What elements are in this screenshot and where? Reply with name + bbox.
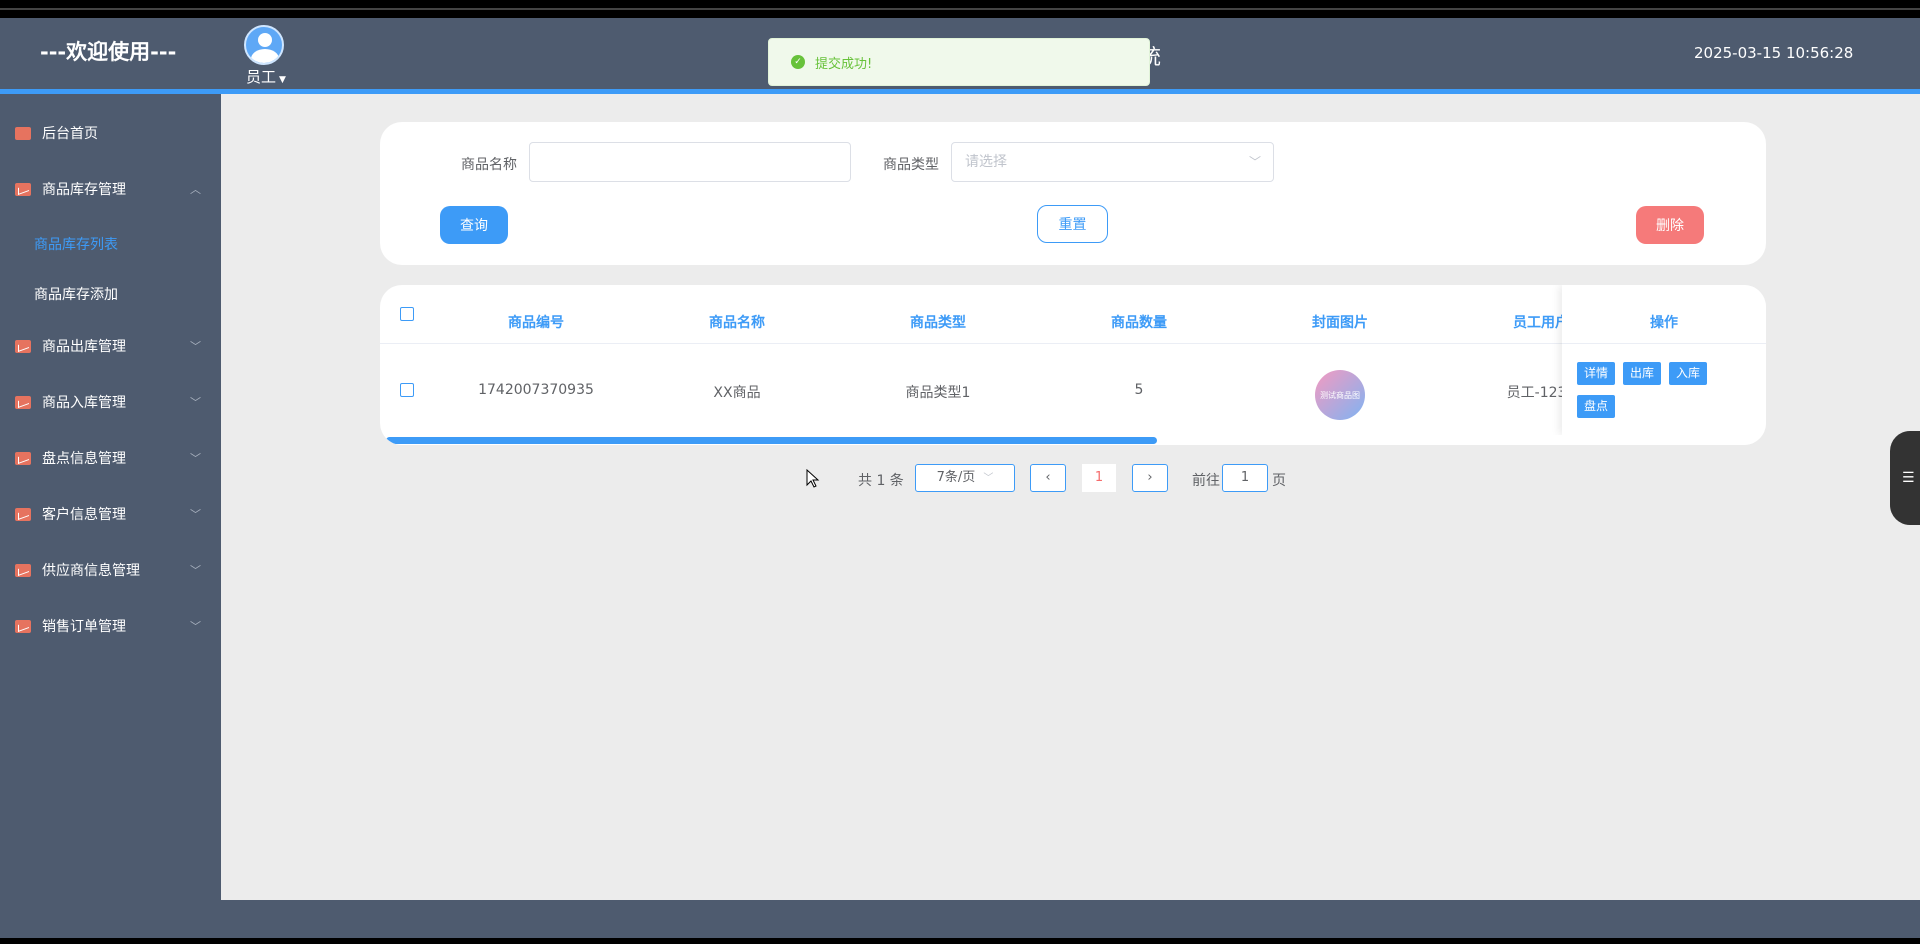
inbound-button[interactable]: 入库 xyxy=(1669,362,1708,385)
window-bottom-strip xyxy=(0,938,1920,944)
sidebar-item-suppliers[interactable]: 供应商信息管理 ﹀ xyxy=(0,550,221,590)
caret-down-icon: ▼ xyxy=(279,75,286,85)
product-type-select[interactable]: 请选择 ﹀ xyxy=(951,142,1274,182)
sidebar-item-label: 商品库存管理 xyxy=(42,182,126,198)
query-button[interactable]: 查询 xyxy=(440,206,508,244)
operations-column: 操作 详情 出库 入库 盘点 xyxy=(1562,285,1766,435)
footer-bar xyxy=(0,900,1920,938)
stocktake-button[interactable]: 盘点 xyxy=(1577,395,1616,418)
page-size-value: 7条/页 xyxy=(936,470,976,485)
table-divider xyxy=(1562,343,1766,344)
chevron-down-icon: ﹀ xyxy=(190,620,201,633)
column-header: 商品类型 xyxy=(910,315,966,331)
chart-icon xyxy=(15,507,31,521)
monitor-icon xyxy=(15,126,31,140)
column-header: 商品数量 xyxy=(1111,315,1167,331)
goto-label: 前往 xyxy=(1192,473,1220,489)
cover-image[interactable]: 测试商品图 xyxy=(1315,370,1365,420)
sidebar-item-inventory[interactable]: 商品库存管理 ︿ xyxy=(0,169,221,209)
product-type-placeholder: 请选择 xyxy=(965,154,1007,170)
avatar[interactable] xyxy=(244,25,284,65)
sidebar-subitem-inventory-list[interactable]: 商品库存列表 xyxy=(34,234,118,254)
column-header: 商品名称 xyxy=(709,315,765,331)
page-number[interactable]: 1 xyxy=(1082,464,1116,492)
datetime: 2025-03-15 10:56:28 xyxy=(1694,44,1854,62)
horizontal-scrollbar[interactable] xyxy=(386,437,1157,444)
chart-icon xyxy=(15,451,31,465)
search-card: 商品名称 商品类型 请选择 ﹀ 查询 重置 删除 xyxy=(380,122,1766,265)
delete-button[interactable]: 删除 xyxy=(1636,206,1704,244)
sidebar-item-label: 盘点信息管理 xyxy=(42,451,126,467)
sidebar-subitem-inventory-add[interactable]: 商品库存添加 xyxy=(34,284,118,304)
user-role-label: 员工 xyxy=(246,68,277,86)
next-page-button[interactable]: › xyxy=(1132,464,1168,492)
success-toast: ✓ 提交成功! xyxy=(768,38,1150,86)
chevron-down-icon: ﹀ xyxy=(190,564,201,577)
sidebar-item-label: 商品入库管理 xyxy=(42,395,126,411)
product-name-input[interactable] xyxy=(529,142,851,182)
column-header: 封面图片 xyxy=(1312,315,1368,331)
chevron-up-icon: ︿ xyxy=(190,183,201,196)
sidebar-item-label: 销售订单管理 xyxy=(42,619,126,635)
chevron-down-icon: ﹀ xyxy=(190,340,201,353)
sidebar-item-label: 商品出库管理 xyxy=(42,339,126,355)
total-count: 共 1 条 xyxy=(858,473,904,489)
window-top-strip xyxy=(0,0,1920,18)
sidebar-item-label: 供应商信息管理 xyxy=(42,563,140,579)
chart-icon xyxy=(15,563,31,577)
select-all-checkbox[interactable] xyxy=(400,307,414,321)
sidebar-item-home[interactable]: 后台首页 xyxy=(0,113,221,153)
column-header: 商品编号 xyxy=(508,315,564,331)
page-size-select[interactable]: 7条/页 ﹀ xyxy=(915,464,1015,492)
user-role-dropdown[interactable]: 员工 ▼ xyxy=(246,66,286,87)
goto-page-input[interactable]: 1 xyxy=(1222,464,1268,492)
column-header: 操作 xyxy=(1650,315,1678,331)
chevron-left-icon: ‹ xyxy=(1045,470,1051,485)
cell-name: XX商品 xyxy=(713,385,761,401)
details-button[interactable]: 详情 xyxy=(1577,362,1616,385)
sidebar-item-label: 客户信息管理 xyxy=(42,507,126,523)
page-suffix: 页 xyxy=(1272,473,1286,489)
chart-icon xyxy=(15,395,31,409)
sidebar-item-label: 后台首页 xyxy=(42,126,98,142)
row-checkbox[interactable] xyxy=(400,383,414,397)
sidebar-item-stocktake[interactable]: 盘点信息管理 ﹀ xyxy=(0,438,221,478)
cell-type: 商品类型1 xyxy=(905,385,971,401)
reset-button[interactable]: 重置 xyxy=(1037,205,1108,243)
column-header: 员工用户 xyxy=(1513,315,1569,331)
chart-icon xyxy=(15,619,31,633)
prev-page-button[interactable]: ‹ xyxy=(1030,464,1066,492)
cell-quantity: 5 xyxy=(1134,382,1144,398)
data-table: 商品编号 商品名称 商品类型 商品数量 封面图片 员工用户 1742007370… xyxy=(380,285,1766,445)
mouse-cursor-icon xyxy=(806,468,820,493)
chevron-down-icon: ﹀ xyxy=(190,508,201,521)
cell-code: 1742007370935 xyxy=(478,382,594,398)
table-divider xyxy=(380,343,1766,344)
product-name-label: 商品名称 xyxy=(461,157,517,173)
welcome-text: ---欢迎使用--- xyxy=(40,40,177,64)
chevron-down-icon: ﹀ xyxy=(1248,155,1261,169)
cover-image-text: 测试商品图 xyxy=(1320,390,1360,400)
chevron-right-icon: › xyxy=(1147,470,1153,485)
chevron-down-icon: ﹀ xyxy=(190,452,201,465)
chevron-down-icon: ﹀ xyxy=(190,396,201,409)
product-type-label: 商品类型 xyxy=(883,157,939,173)
menu-collapse-icon: ☰ xyxy=(1902,470,1915,486)
chevron-down-icon: ﹀ xyxy=(983,473,994,484)
toast-message: 提交成功! xyxy=(815,56,873,72)
chart-icon xyxy=(15,339,31,353)
sidebar: 后台首页 商品库存管理 ︿ 商品库存列表 商品库存添加 商品出库管理 ﹀ 商品入… xyxy=(0,94,221,900)
sidebar-item-customers[interactable]: 客户信息管理 ﹀ xyxy=(0,494,221,534)
outbound-button[interactable]: 出库 xyxy=(1623,362,1662,385)
sidebar-item-outbound[interactable]: 商品出库管理 ﹀ xyxy=(0,326,221,366)
sidebar-item-inbound[interactable]: 商品入库管理 ﹀ xyxy=(0,382,221,422)
check-circle-icon: ✓ xyxy=(791,55,805,69)
chart-icon xyxy=(15,182,31,196)
sidebar-item-sales-orders[interactable]: 销售订单管理 ﹀ xyxy=(0,606,221,646)
side-drawer-toggle[interactable]: ☰ xyxy=(1890,431,1920,525)
